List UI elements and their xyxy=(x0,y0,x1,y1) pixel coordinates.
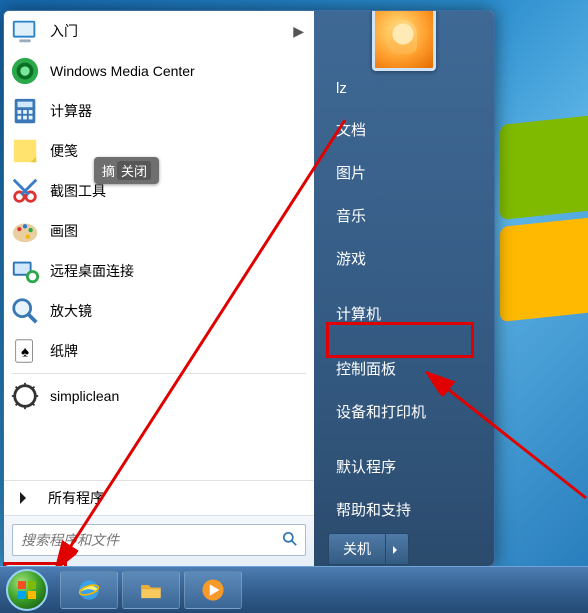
program-label: simpliclean xyxy=(50,388,119,404)
program-label: 计算器 xyxy=(50,101,92,121)
program-label: 便笺 xyxy=(50,141,78,161)
program-item-calculator[interactable]: 计算器 xyxy=(4,91,314,131)
magnifier-icon xyxy=(10,296,40,326)
right-item-label: 图片 xyxy=(336,165,366,182)
start-menu-right-panel: lz 文档 图片 音乐 游戏 计算机 控制面板 设备和打印机 默认程序 帮助和支… xyxy=(314,11,494,566)
right-item-music[interactable]: 音乐 xyxy=(328,196,484,235)
ie-icon xyxy=(76,577,102,603)
program-label: 截图工具 xyxy=(50,181,106,201)
tooltip-text-2: 关闭 xyxy=(117,161,151,180)
taskbar-button-ie[interactable] xyxy=(60,571,118,609)
tooltip-text-1: 摘 xyxy=(102,161,115,180)
calculator-icon xyxy=(10,96,40,126)
triangle-right-icon xyxy=(20,492,32,504)
shutdown-options-button[interactable] xyxy=(385,533,409,565)
paint-icon xyxy=(10,216,40,246)
right-item-user[interactable]: lz xyxy=(328,71,484,106)
right-item-documents[interactable]: 文档 xyxy=(328,110,484,149)
program-label: 远程桌面连接 xyxy=(50,261,134,281)
remote-desktop-icon xyxy=(10,256,40,286)
sticky-notes-icon xyxy=(10,136,40,166)
program-list: 入门 ▶ Windows Media Center 计算器 便笺 xyxy=(4,11,314,480)
search-box[interactable] xyxy=(12,524,306,556)
program-item-getting-started[interactable]: 入门 ▶ xyxy=(4,11,314,51)
program-item-simpliclean[interactable]: simpliclean xyxy=(4,376,314,416)
media-center-icon xyxy=(10,56,40,86)
program-item-media-center[interactable]: Windows Media Center xyxy=(4,51,314,91)
svg-text:♠: ♠ xyxy=(21,344,29,361)
shutdown-row: 关机 xyxy=(328,533,484,565)
right-item-label: 游戏 xyxy=(336,251,366,268)
right-item-label: 帮助和支持 xyxy=(336,502,411,519)
recent-divider xyxy=(12,373,306,374)
taskbar-button-media-player[interactable] xyxy=(184,571,242,609)
right-item-games[interactable]: 游戏 xyxy=(328,239,484,278)
right-item-default-programs[interactable]: 默认程序 xyxy=(328,447,484,486)
all-programs-label: 所有程序 xyxy=(48,488,104,508)
program-label: 放大镜 xyxy=(50,301,92,321)
right-item-label: 控制面板 xyxy=(336,361,396,378)
search-area xyxy=(4,515,314,566)
right-item-label: 默认程序 xyxy=(336,459,396,476)
start-button[interactable] xyxy=(6,569,48,611)
right-item-label: 计算机 xyxy=(336,306,381,323)
search-input[interactable] xyxy=(19,531,275,549)
right-item-help[interactable]: 帮助和支持 xyxy=(328,490,484,529)
right-item-computer[interactable]: 计算机 xyxy=(328,294,484,333)
shutdown-label: 关机 xyxy=(343,539,371,559)
all-programs[interactable]: 所有程序 xyxy=(4,480,314,515)
shutdown-button[interactable]: 关机 xyxy=(328,533,385,565)
media-player-icon xyxy=(200,577,226,603)
right-item-label: 设备和打印机 xyxy=(336,404,426,421)
search-icon xyxy=(281,530,299,551)
start-menu-left-panel: 入门 ▶ Windows Media Center 计算器 便笺 xyxy=(4,11,314,566)
right-item-label: lz xyxy=(336,80,347,97)
user-picture[interactable] xyxy=(372,10,436,71)
right-item-pictures[interactable]: 图片 xyxy=(328,153,484,192)
getting-started-icon xyxy=(10,16,40,46)
program-item-paint[interactable]: 画图 xyxy=(4,211,314,251)
program-label: Windows Media Center xyxy=(50,63,195,79)
submenu-arrow-icon: ▶ xyxy=(293,23,304,40)
folder-icon xyxy=(138,577,164,603)
right-item-label: 音乐 xyxy=(336,208,366,225)
right-item-devices-printers[interactable]: 设备和打印机 xyxy=(328,392,484,431)
right-item-label: 文档 xyxy=(336,122,366,139)
program-label: 纸牌 xyxy=(50,341,78,361)
program-label: 入门 xyxy=(50,21,78,41)
program-item-magnifier[interactable]: 放大镜 xyxy=(4,291,314,331)
program-item-remote-desktop[interactable]: 远程桌面连接 xyxy=(4,251,314,291)
solitaire-icon: ♠ xyxy=(10,336,40,366)
right-item-control-panel[interactable]: 控制面板 xyxy=(328,349,484,388)
simpliclean-icon xyxy=(10,381,40,411)
program-item-solitaire[interactable]: ♠ 纸牌 xyxy=(4,331,314,371)
start-menu: 入门 ▶ Windows Media Center 计算器 便笺 xyxy=(3,10,495,567)
sticky-notes-tooltip: 摘 关闭 xyxy=(94,157,159,184)
taskbar xyxy=(0,566,588,613)
snipping-tool-icon xyxy=(10,176,40,206)
taskbar-button-explorer[interactable] xyxy=(122,571,180,609)
program-label: 画图 xyxy=(50,221,78,241)
